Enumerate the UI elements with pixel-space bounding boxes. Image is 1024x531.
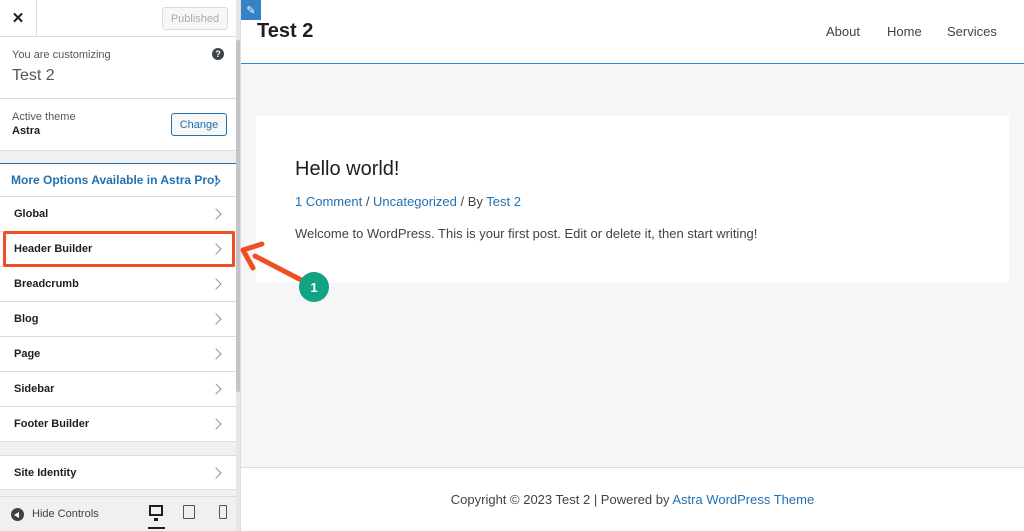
- nav-link-services[interactable]: Services: [947, 24, 997, 39]
- hide-controls-button[interactable]: Hide Controls: [32, 508, 99, 520]
- edit-pencil-icon[interactable]: ✎: [241, 0, 261, 20]
- menu-item-sidebar[interactable]: Sidebar: [0, 372, 236, 407]
- active-theme-section: Active theme Astra Change: [0, 99, 236, 151]
- chevron-right-icon: [210, 348, 222, 360]
- chevron-right-icon: [210, 383, 222, 395]
- site-title[interactable]: Test 2: [257, 20, 313, 43]
- help-icon[interactable]: ?: [212, 48, 224, 60]
- site-preview: ✎ Test 2 About Home Services Hello world…: [241, 0, 1024, 531]
- site-header: ✎ Test 2 About Home Services: [241, 0, 1024, 64]
- menu-item-label: Page: [14, 348, 41, 360]
- menu-item-footer-builder[interactable]: Footer Builder: [0, 407, 236, 442]
- menu-item-label: Footer Builder: [14, 418, 90, 430]
- customizer-sidebar: ✕ Published You are customizing ? Test 2…: [0, 0, 241, 531]
- customizer-header: ✕ Published: [0, 0, 236, 37]
- active-device-indicator: [148, 527, 165, 529]
- comments-link[interactable]: 1 Comment: [295, 194, 362, 209]
- active-theme-name: Astra: [12, 125, 41, 137]
- step-badge: 1: [299, 272, 329, 302]
- post-excerpt: Welcome to WordPress. This is your first…: [295, 226, 758, 241]
- collapse-icon[interactable]: [11, 508, 24, 521]
- astra-pro-promo[interactable]: More Options Available in Astra Pro!: [0, 163, 236, 197]
- copyright-text: Copyright © 2023 Test 2 | Powered by Ast…: [241, 492, 1024, 507]
- chevron-right-icon: [210, 313, 222, 325]
- post-title[interactable]: Hello world!: [295, 158, 399, 181]
- desktop-icon[interactable]: [149, 505, 163, 521]
- nav-link-about[interactable]: About: [826, 24, 860, 39]
- menu-item-global[interactable]: Global: [0, 197, 236, 232]
- tablet-icon[interactable]: [183, 505, 195, 519]
- menu-item-site-identity[interactable]: Site Identity: [0, 455, 236, 490]
- chevron-right-icon: [210, 278, 222, 290]
- published-button[interactable]: Published: [162, 7, 228, 30]
- meta-byline: / By: [456, 194, 487, 209]
- meta-separator: /: [362, 194, 374, 209]
- nav-link-home[interactable]: Home: [887, 24, 922, 39]
- menu-item-header-builder[interactable]: Header Builder: [0, 232, 236, 267]
- customizing-label: You are customizing: [12, 49, 111, 61]
- promo-label: More Options Available in Astra Pro!: [11, 173, 219, 187]
- customizing-title: Test 2: [12, 67, 55, 84]
- copyright-label: Copyright © 2023 Test 2 | Powered by: [450, 492, 673, 507]
- customizer-footer: Hide Controls: [0, 496, 236, 531]
- customizing-info: You are customizing ? Test 2: [0, 37, 236, 99]
- mobile-icon[interactable]: [219, 505, 227, 519]
- chevron-right-icon: [210, 467, 222, 479]
- category-link[interactable]: Uncategorized: [373, 194, 457, 209]
- change-theme-button[interactable]: Change: [171, 113, 227, 136]
- post-meta: 1 Comment / Uncategorized / By Test 2: [295, 194, 521, 209]
- site-footer: Copyright © 2023 Test 2 | Powered by Ast…: [241, 467, 1024, 531]
- menu-item-page[interactable]: Page: [0, 337, 236, 372]
- post-card: Hello world! 1 Comment / Uncategorized /…: [256, 116, 1009, 283]
- chevron-right-icon: [210, 208, 222, 220]
- menu-item-label: Blog: [14, 313, 39, 325]
- menu-item-label: Site Identity: [14, 467, 77, 479]
- menu-item-blog[interactable]: Blog: [0, 302, 236, 337]
- menu-item-label: Header Builder: [14, 243, 93, 255]
- menu-item-label: Sidebar: [14, 383, 55, 395]
- author-link[interactable]: Test 2: [486, 194, 521, 209]
- chevron-right-icon: [210, 418, 222, 430]
- close-icon[interactable]: ✕: [0, 0, 37, 36]
- menu-item-label: Breadcrumb: [14, 278, 79, 290]
- active-theme-label: Active theme: [12, 111, 76, 123]
- menu-item-breadcrumb[interactable]: Breadcrumb: [0, 267, 236, 302]
- chevron-right-icon: [210, 243, 222, 255]
- theme-link[interactable]: Astra WordPress Theme: [672, 492, 814, 507]
- menu-item-label: Global: [14, 208, 49, 220]
